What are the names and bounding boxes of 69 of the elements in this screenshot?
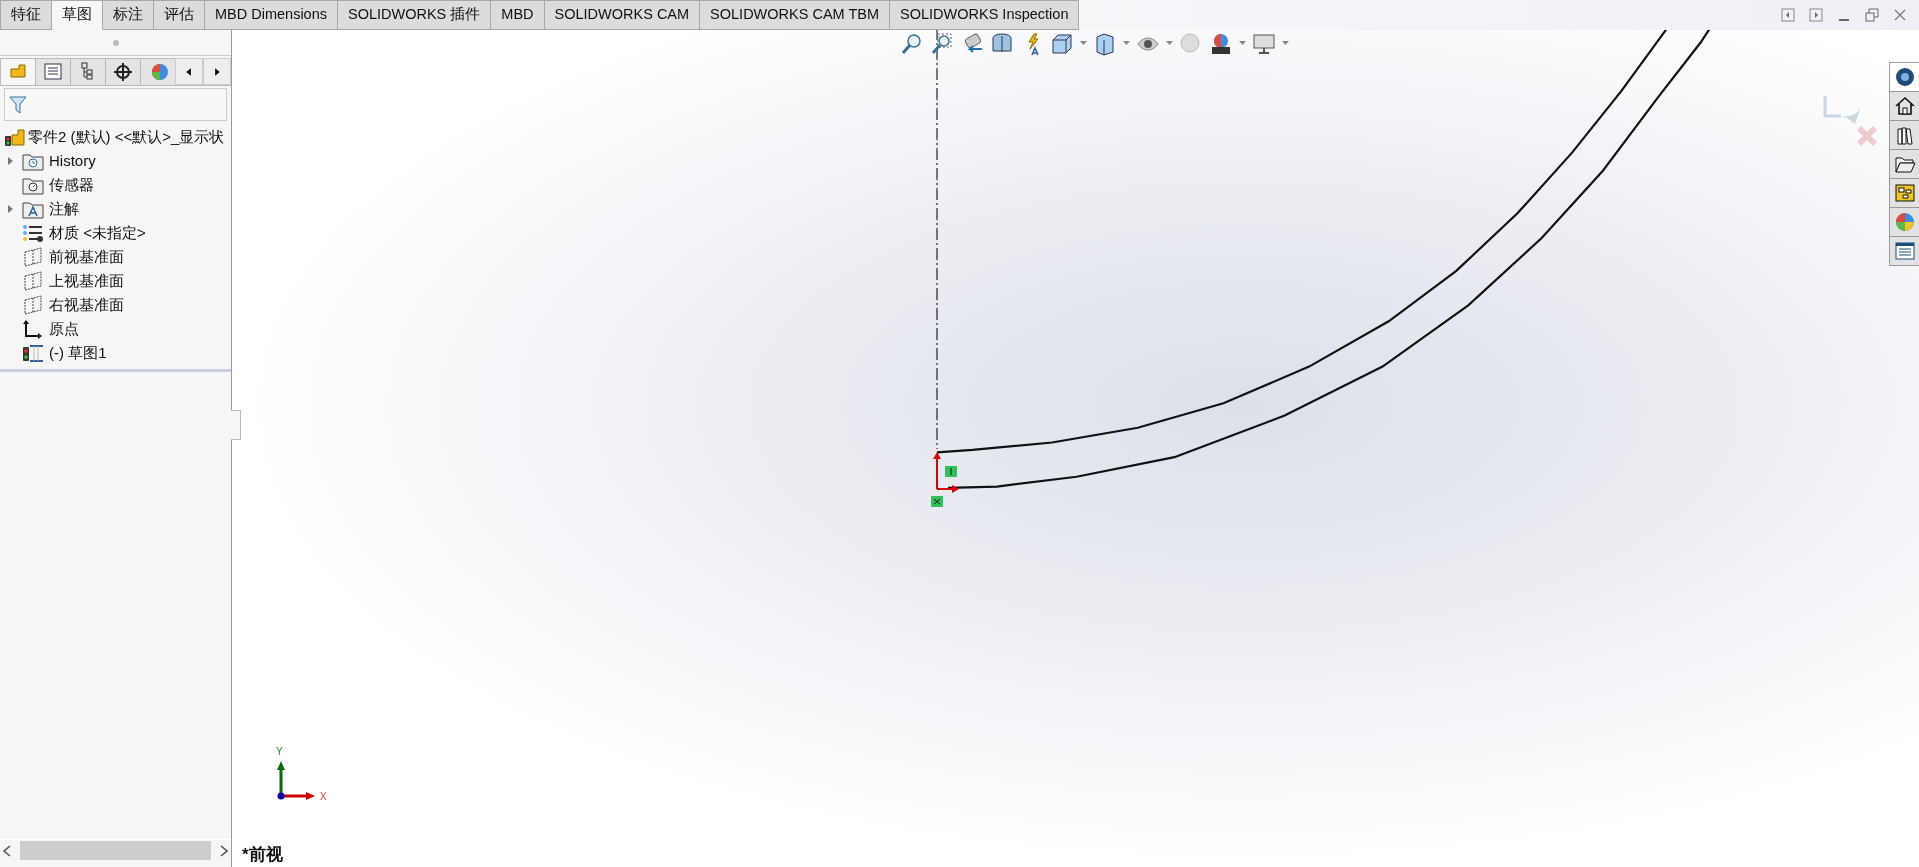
tree-root-label[interactable]: 零件2 (默认) <<默认>_显示状: [28, 125, 225, 149]
scrollbar-thumb[interactable]: [20, 841, 211, 860]
ribbon-tab[interactable]: SOLIDWORKS Inspection: [890, 0, 1080, 30]
ribbon-tab[interactable]: SOLIDWORKS 插件: [338, 0, 492, 30]
ribbon-tab[interactable]: MBD Dimensions: [205, 0, 338, 30]
tree-item[interactable]: 材质 <未指定>: [49, 221, 146, 245]
zoom-fit-icon[interactable]: [900, 32, 924, 56]
scroll-left-icon[interactable]: [175, 58, 203, 85]
collapse-right-icon[interactable]: [1809, 8, 1823, 22]
axis-label: X: [320, 790, 327, 804]
ribbon-tab[interactable]: 特征: [0, 0, 52, 30]
expand-arrow-icon[interactable]: [7, 204, 15, 214]
property-list-icon: [42, 61, 64, 83]
annotation-folder-icon: [22, 199, 44, 219]
tree-item[interactable]: 注解: [49, 197, 79, 221]
sketch-icon: [22, 343, 44, 363]
triad-axes-icon: [277, 761, 315, 800]
scroll-right-icon[interactable]: [203, 58, 231, 85]
zoom-area-icon[interactable]: [930, 32, 954, 56]
view-name-label: *前视: [242, 843, 283, 866]
view-orientation-icon[interactable]: [1050, 32, 1074, 56]
collapse-left-icon[interactable]: [1781, 8, 1795, 22]
ribbon-tab[interactable]: SOLIDWORKS CAM TBM: [700, 0, 891, 30]
task-pane-tab[interactable]: [1889, 120, 1919, 150]
ribbon-tab[interactable]: 标注: [103, 0, 154, 30]
restore-icon[interactable]: [1865, 8, 1879, 22]
tree-item[interactable]: (-) 草图1: [49, 341, 107, 365]
ribbon-tab[interactable]: 评估: [154, 0, 205, 30]
ribbon-tab[interactable]: SOLIDWORKS CAM: [544, 0, 701, 30]
tree-item[interactable]: History: [49, 149, 96, 173]
tree-item[interactable]: 右视基准面: [49, 293, 124, 317]
tree-item[interactable]: 传感器: [49, 173, 94, 197]
coincident-relation-icon: [931, 496, 943, 507]
origin-arrows-icon: [933, 452, 959, 493]
vertical-relation-icon: [945, 466, 957, 477]
filter-field[interactable]: [4, 88, 227, 121]
globe-icon: [1893, 66, 1916, 88]
task-pane-tab[interactable]: [1889, 62, 1919, 92]
sensor-folder-icon: [22, 175, 44, 195]
color-ball-icon: [1893, 211, 1916, 233]
history-folder-icon: [22, 151, 44, 171]
expand-arrow-icon[interactable]: [7, 156, 15, 166]
task-pane-tab[interactable]: [1889, 236, 1919, 266]
tree-item[interactable]: 上视基准面: [49, 269, 124, 293]
plane-icon: [22, 271, 44, 291]
monitor-icon[interactable]: [1252, 32, 1276, 56]
task-pane-tab[interactable]: [1889, 91, 1919, 121]
ribbon-tab[interactable]: MBD: [491, 0, 545, 30]
panel-tab[interactable]: [105, 58, 141, 85]
close-icon[interactable]: [1893, 8, 1907, 22]
part-icon: [4, 127, 26, 147]
plane-icon: [22, 247, 44, 267]
crosshair-icon: [112, 61, 134, 83]
panel-collapse-handle[interactable]: [231, 410, 241, 440]
material-icon: [22, 223, 44, 243]
display-style-icon[interactable]: [1093, 32, 1117, 56]
property-list-icon: [1893, 240, 1916, 262]
home-icon: [1893, 95, 1916, 117]
ribbon-tab[interactable]: 草图: [52, 0, 103, 30]
tree-item[interactable]: 原点: [49, 317, 79, 341]
origin-icon: [22, 319, 44, 339]
apply-scene-icon[interactable]: [1209, 32, 1233, 56]
tree-item[interactable]: 前视基准面: [49, 245, 124, 269]
grip-dot-icon[interactable]: [111, 38, 120, 47]
axis-label: Y: [276, 745, 283, 759]
task-pane-tab[interactable]: [1889, 149, 1919, 179]
view-palette-icon: [1893, 182, 1916, 204]
plane-icon: [22, 295, 44, 315]
filter-icon: [9, 94, 27, 115]
